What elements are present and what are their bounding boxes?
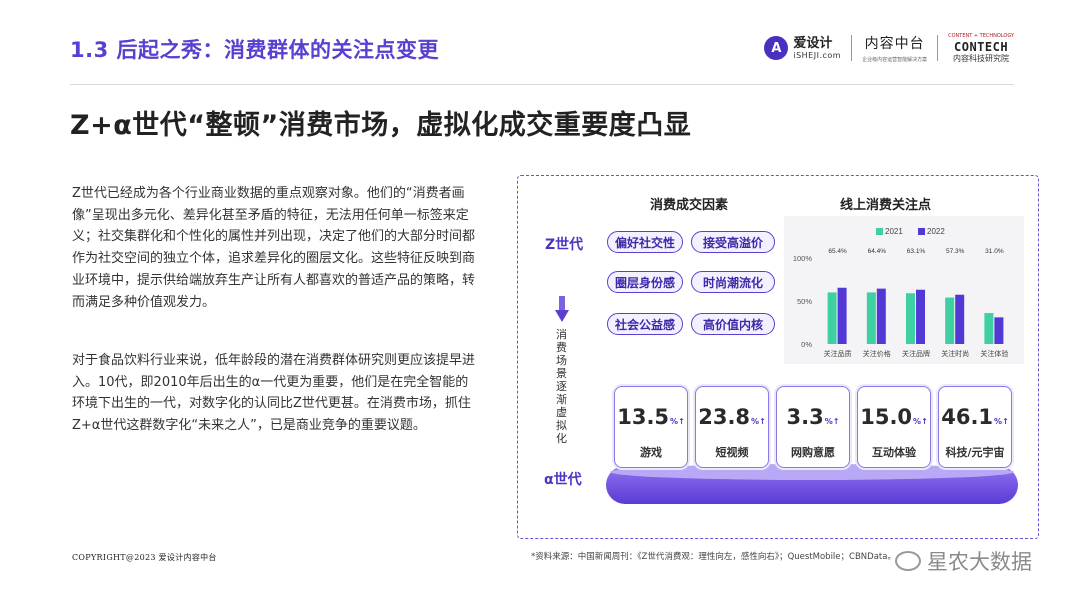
cards-platform	[606, 464, 1018, 504]
watermark-text: 星农大数据	[927, 550, 1032, 574]
bar-2021	[906, 293, 915, 344]
infographic-panel: 消费成交因素 线上消费关注点 Z世代 消费场景逐渐虚拟化 α世代 偏好社交性 接…	[517, 175, 1039, 539]
source-note: *资料来源：中国新闻周刊：《Z世代消费观：理性向左，感性向右》；QuestMob…	[531, 552, 896, 562]
legend-swatch	[876, 228, 883, 235]
bar-2022	[916, 289, 925, 344]
stat-value: 13.5	[617, 405, 670, 429]
legend-label: 2021	[885, 227, 903, 236]
data-label: 57.3%	[946, 248, 965, 255]
neirong-logo-text: 内容中台	[864, 36, 925, 52]
stat-label: 短视频	[715, 446, 749, 459]
stat-card-interactive: 15.0%↑ 互动体验	[857, 386, 931, 468]
heading-consumption-factors: 消费成交因素	[650, 198, 729, 213]
bar-2022	[994, 317, 1004, 344]
data-label: 64.4%	[868, 248, 887, 255]
stat-unit: %↑	[824, 417, 840, 426]
body-paragraph-2: 对于食品饮料行业来说，低年龄段的潜在消费群体研究则更应该提早进入。10代，即20…	[72, 353, 476, 434]
aisheji-logo-text: 爱设计	[793, 35, 833, 51]
stat-value: 23.8	[698, 405, 751, 429]
data-label: 63.1%	[907, 248, 926, 255]
stat-card-game: 13.5%↑ 游戏	[614, 386, 688, 468]
y-tick-label: 50%	[797, 297, 812, 306]
stat-unit: %↑	[751, 417, 766, 426]
x-tick-label: 关注时尚	[941, 349, 969, 358]
y-tick-label: 100%	[793, 254, 813, 263]
x-tick-label: 关注品牌	[902, 349, 930, 358]
stat-unit: %↑	[994, 417, 1009, 426]
stat-card-shopping-intent: 3.3%↑ 网购意愿	[776, 386, 850, 468]
tag-premium: 接受高溢价	[691, 231, 775, 253]
tag-public-welfare: 社会公益感	[607, 313, 683, 335]
legend-label: 2022	[927, 227, 945, 236]
x-tick-label: 关注体验	[980, 349, 1008, 358]
stat-unit: %↑	[913, 417, 928, 426]
arrow-down-icon	[555, 296, 569, 322]
tag-social: 偏好社交性	[607, 231, 683, 253]
aisheji-logo-icon: A	[764, 36, 789, 60]
stat-card-metaverse: 46.1%↑ 科技/元宇宙	[938, 386, 1012, 468]
bar-2021	[827, 292, 837, 344]
page-title: Z+α世代“整顿”消费市场，虚拟化成交重要度凸显	[70, 110, 692, 141]
bar-2021	[945, 297, 955, 344]
stat-label: 互动体验	[872, 446, 916, 459]
bar-2021	[866, 292, 876, 344]
bar-2021	[984, 313, 994, 344]
aisheji-logo: A 爱设计 iSHEJI.com	[764, 36, 841, 60]
aisheji-logo-domain: iSHEJI.com	[793, 50, 842, 60]
bar-2022	[837, 287, 847, 344]
tag-fashion: 时尚潮流化	[691, 271, 775, 293]
contech-logo-subtext: 内容科技研究院	[953, 53, 1010, 63]
stat-label: 游戏	[640, 446, 662, 459]
data-label: 31.0%	[985, 248, 1004, 255]
partner-logos: A 爱设计 iSHEJI.com 内容中台 企业级内容运营智能解决方案 CONT…	[764, 28, 1014, 68]
header-divider	[70, 84, 1014, 85]
online-focus-bar-chart: 0% 50% 100% 2021 2022 65.4% 关注品质 64.4% 关注价格 63.1%…	[784, 216, 1024, 364]
wechat-icon	[895, 551, 921, 571]
y-tick-label: 0%	[801, 340, 812, 349]
bar-2022	[955, 294, 965, 344]
x-tick-label: 关注价格	[863, 349, 891, 358]
tag-identity: 圈层身份感	[607, 271, 683, 293]
contech-logo: CONTENT + TECHNOLOGY CONTECH 内容科技研究院	[948, 32, 1014, 63]
watermark: 星农大数据	[895, 546, 1032, 576]
stat-value: 15.0	[860, 405, 913, 429]
tag-core-value: 高价值内核	[691, 313, 775, 335]
contech-logo-top: CONTENT + TECHNOLOGY	[948, 32, 1014, 39]
neirong-logo-subtext: 企业级内容运营智能解决方案	[862, 57, 928, 63]
gen-alpha-label: α世代	[544, 472, 582, 488]
legend-swatch	[918, 228, 925, 235]
section-title: 1.3 后起之秀：消费群体的关注点变更	[70, 38, 440, 62]
heading-online-focus: 线上消费关注点	[840, 198, 932, 213]
data-label: 65.4%	[828, 248, 847, 255]
logo-divider	[851, 35, 853, 61]
stat-label: 网购意愿	[791, 446, 835, 459]
stat-value: 46.1	[941, 405, 994, 429]
gen-z-label: Z世代	[545, 237, 584, 253]
body-paragraph-1: Z世代已经成为各个行业商业数据的重点观察对象。他们的“消费者画像”呈现出多元化、…	[72, 186, 476, 310]
stat-unit: %↑	[670, 417, 685, 426]
contech-logo-text: CONTECH	[954, 39, 1009, 54]
stat-label: 科技/元宇宙	[945, 446, 1005, 459]
copyright-notice: COPYRIGHT@2023 爱设计内容中台	[72, 553, 217, 562]
x-tick-label: 关注品质	[824, 349, 852, 358]
stat-card-short-video: 23.8%↑ 短视频	[695, 386, 769, 468]
neirong-logo: 内容中台 企业级内容运营智能解决方案	[862, 33, 927, 63]
logo-divider	[937, 35, 939, 61]
stat-value: 3.3	[786, 405, 824, 429]
bar-2022	[876, 288, 886, 344]
virtualization-vertical-label: 消费场景逐渐虚拟化	[556, 328, 567, 445]
